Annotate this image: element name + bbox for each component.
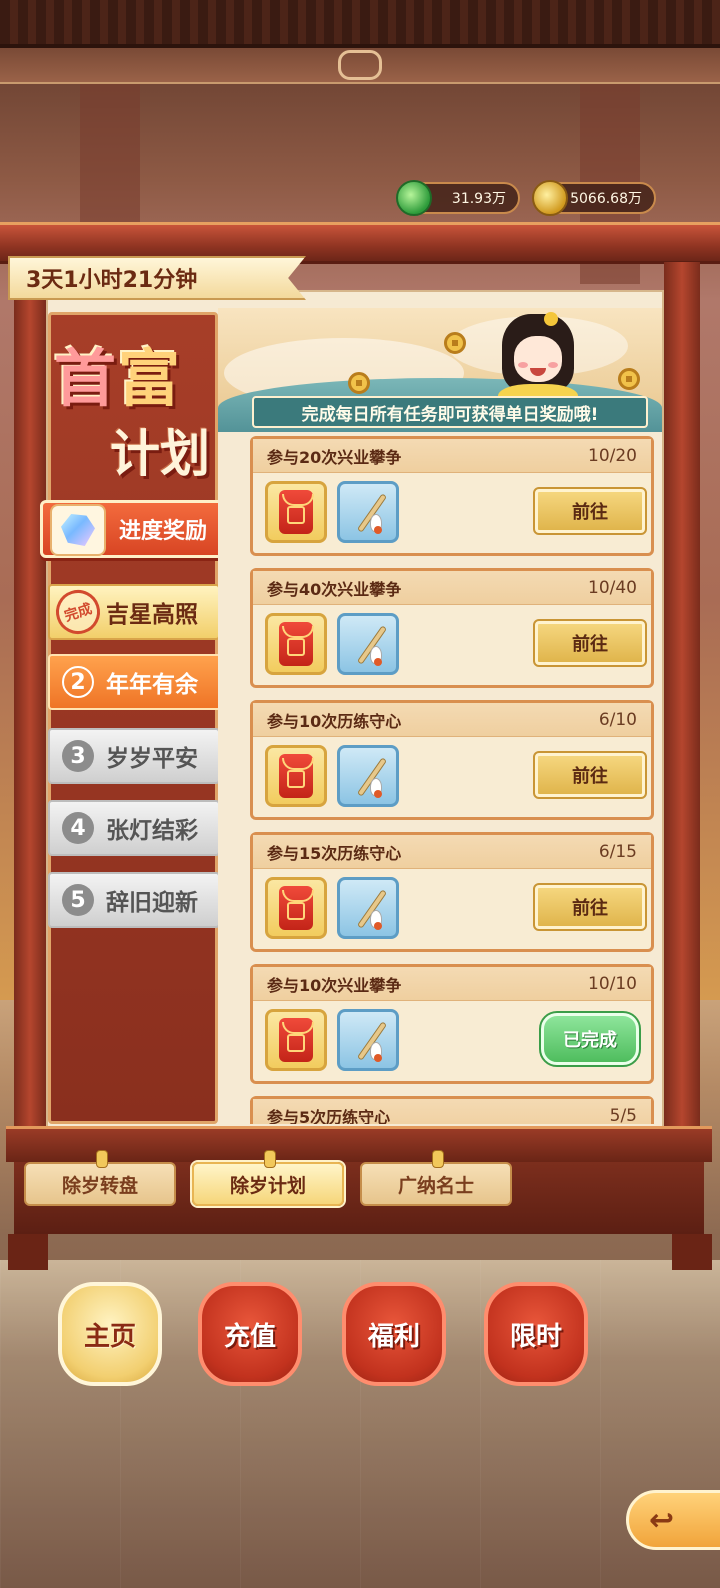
task-card: 参与10次兴业攀争 10/10 已完成	[250, 964, 654, 1084]
task-title: 参与5次历练守心	[267, 1107, 391, 1125]
frame-leg	[8, 1234, 48, 1270]
brush-icon	[346, 886, 390, 930]
day-tab-label: 吉星高照	[106, 602, 198, 628]
day-tab-label: 岁岁平安	[106, 746, 198, 772]
red-envelope-icon	[279, 1018, 314, 1062]
red-envelope-reward[interactable]	[265, 1009, 327, 1071]
day-number: 3	[62, 740, 94, 772]
red-envelope-reward[interactable]	[265, 745, 327, 807]
task-card: 参与20次兴业攀争 10/20 前往	[250, 436, 654, 556]
task-progress: 10/10	[588, 974, 637, 994]
gold-coin-icon	[532, 180, 568, 216]
brush-reward[interactable]	[337, 745, 399, 807]
task-title: 参与20次兴业攀争	[267, 447, 402, 467]
crystal-gem-icon	[50, 504, 106, 556]
tab-new-year-plan[interactable]: 除岁计划	[192, 1150, 344, 1206]
brush-icon	[346, 490, 390, 534]
brush-icon	[346, 622, 390, 666]
red-envelope-icon	[279, 490, 314, 534]
task-title: 参与10次兴业攀争	[267, 975, 402, 995]
brush-icon	[346, 1018, 390, 1062]
completed-stamp-icon: 完成	[50, 584, 106, 640]
tab-label: 除岁计划	[229, 1174, 306, 1197]
day-tab-label: 张灯结彩	[106, 818, 198, 844]
nav-welfare-button[interactable]: 福利	[342, 1282, 446, 1386]
task-progress: 10/40	[588, 578, 637, 598]
go-button[interactable]: 前往	[533, 487, 647, 535]
brush-reward[interactable]	[337, 1009, 399, 1071]
task-title: 参与15次历练守心	[267, 843, 402, 863]
tab-label: 除岁转盘	[61, 1174, 138, 1197]
day-number: 4	[62, 812, 94, 844]
day-tab-3[interactable]: 3 岁岁平安	[48, 728, 220, 784]
frame-left-pillar	[14, 262, 46, 1132]
completed-button[interactable]: 已完成	[539, 1011, 641, 1067]
day-number: 5	[62, 884, 94, 916]
gold-currency[interactable]: 5066.68万	[532, 180, 656, 216]
brush-reward[interactable]	[337, 877, 399, 939]
coin-icon	[444, 332, 466, 354]
go-button[interactable]: 前往	[533, 751, 647, 799]
task-progress: 6/10	[598, 710, 637, 730]
brush-icon	[346, 754, 390, 798]
task-progress: 5/5	[609, 1106, 637, 1124]
task-progress: 10/20	[588, 446, 637, 466]
go-button[interactable]: 前往	[533, 619, 647, 667]
roof-eave	[0, 0, 720, 48]
task-card: 参与40次兴业攀争 10/40 前往	[250, 568, 654, 688]
return-arrow-icon: ↩	[649, 1502, 675, 1538]
brush-reward[interactable]	[337, 613, 399, 675]
tab-label: 广纳名士	[397, 1174, 474, 1197]
event-logo-line1: 首富	[54, 342, 183, 415]
coin-icon	[618, 368, 640, 390]
frame-leg	[672, 1234, 712, 1270]
go-button[interactable]: 前往	[533, 883, 647, 931]
jade-coin-icon	[396, 180, 432, 216]
task-card: 参与10次历练守心 6/10 前往	[250, 700, 654, 820]
tab-lucky-wheel[interactable]: 除岁转盘	[24, 1150, 176, 1206]
red-envelope-icon	[279, 886, 314, 930]
frame-right-pillar	[664, 262, 700, 1132]
pin-icon	[432, 1150, 444, 1168]
task-title: 参与40次兴业攀争	[267, 579, 402, 599]
red-envelope-icon	[279, 754, 314, 798]
red-envelope-reward[interactable]	[265, 877, 327, 939]
knot-ornament	[338, 50, 382, 80]
red-envelope-icon	[279, 622, 314, 666]
pin-icon	[264, 1150, 276, 1168]
banner-hint: 完成每日所有任务即可获得单日奖励哦!	[252, 396, 648, 428]
nav-limited-button[interactable]: 限时	[484, 1282, 588, 1386]
day-tab-4[interactable]: 4 张灯结彩	[48, 800, 220, 856]
day-tab-5[interactable]: 5 辞旧迎新	[48, 872, 220, 928]
day-number: 2	[62, 666, 94, 698]
progress-reward-label: 进度奖励	[119, 519, 208, 544]
nav-home-button[interactable]: 主页	[58, 1282, 162, 1386]
countdown-timer: 3天1小时21分钟	[8, 256, 306, 300]
coin-icon	[348, 372, 370, 394]
task-list[interactable]: 参与20次兴业攀争 10/20 前往 参与40次兴业攀争 10/40 前往 参与…	[218, 434, 662, 1124]
jade-currency[interactable]: 31.93万	[396, 180, 520, 216]
task-title: 参与10次历练守心	[267, 711, 402, 731]
day-tab-label: 辞旧迎新	[106, 890, 198, 916]
red-envelope-reward[interactable]	[265, 613, 327, 675]
day-tab-label: 年年有余	[106, 672, 198, 698]
red-envelope-reward[interactable]	[265, 481, 327, 543]
frame-bottom-beam	[6, 1126, 712, 1162]
tab-recruit[interactable]: 广纳名士	[360, 1150, 512, 1206]
back-button[interactable]: ↩	[626, 1490, 720, 1550]
pin-icon	[96, 1150, 108, 1168]
nav-recharge-button[interactable]: 充值	[198, 1282, 302, 1386]
brush-reward[interactable]	[337, 481, 399, 543]
mascot-character	[488, 308, 588, 414]
task-card: 参与5次历练守心 5/5	[250, 1096, 654, 1124]
task-card: 参与15次历练守心 6/15 前往	[250, 832, 654, 952]
day-tab-2[interactable]: 2 年年有余	[48, 654, 236, 710]
task-progress: 6/15	[598, 842, 637, 862]
day-tab-1[interactable]: 完成 吉星高照	[48, 584, 220, 640]
